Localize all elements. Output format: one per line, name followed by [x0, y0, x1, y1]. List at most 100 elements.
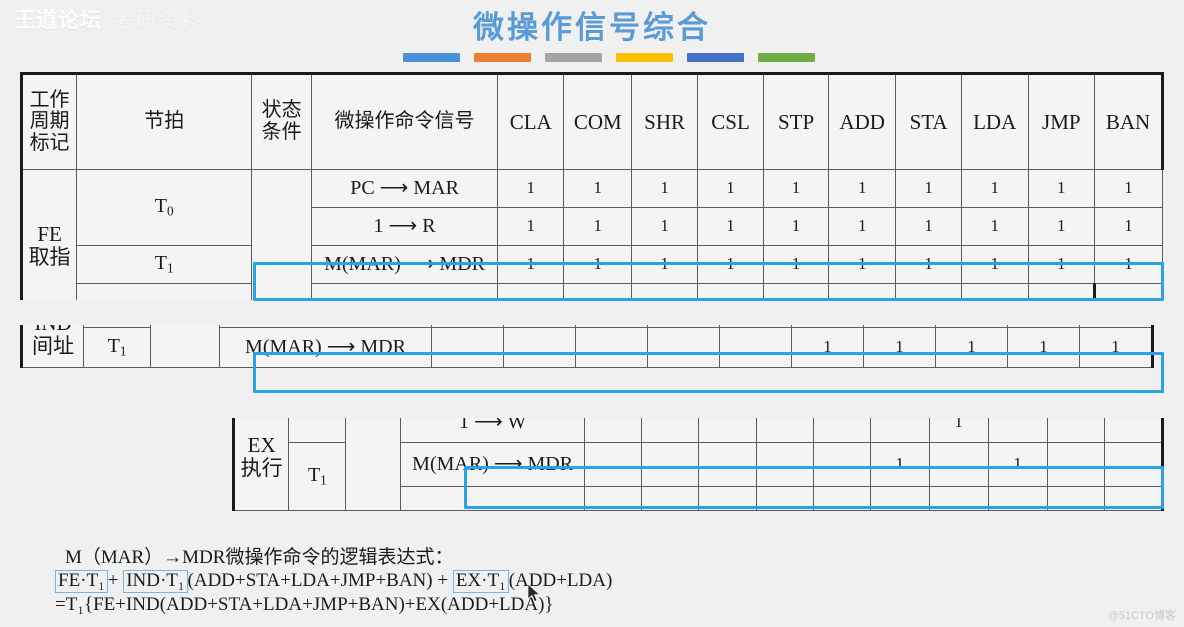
formula-term-3: (ADD+STA+LDA+JMP+BAN) + [187, 570, 453, 592]
formula-term-5: (ADD+LDA) [508, 570, 613, 592]
value-cell-jmp: 1 [1027, 207, 1096, 246]
value-cell-stp: 1 [762, 207, 830, 246]
value-cell-com [641, 442, 700, 487]
value-cell-cla: 1 [497, 169, 565, 208]
table-row: EX 执行 1 ⟶ W 1 [232, 418, 1164, 511]
signal-cell: 1 ⟶ R [311, 207, 499, 246]
value-cell-jmp [960, 283, 1029, 300]
condition-cell-ind [150, 325, 220, 368]
header-op-lda: LDA [960, 72, 1029, 170]
mouse-cursor-icon [528, 584, 541, 602]
value-cell-sta: 1 [928, 418, 989, 443]
cycle-cell-fe: FE 取指 [20, 169, 78, 300]
beat-cell: T1 [76, 245, 253, 284]
value-cell-jmp: 1 [1027, 245, 1096, 284]
formula-line-1: M（MAR）→MDR微操作命令的逻辑表达式： [65, 547, 454, 568]
micro-operation-table: 工作 周期 标记 节拍 状态 条件 微操作命令信号 CLA COM SHR CSL STP ADD STA… [20, 72, 1164, 300]
signal-cell: 1 ⟶ W [400, 418, 586, 443]
header-op-ban: BAN [1094, 72, 1164, 170]
table-row: T1 M(MAR) ⟶ MDR 1 1 1 1 1 1 1 1 1 1 [22, 245, 1163, 284]
value-cell-shr: 1 [631, 207, 699, 246]
value-cell-ban: 1 [1094, 207, 1163, 246]
value-cell-add [869, 418, 930, 443]
header-condition: 状态 条件 [251, 72, 313, 170]
accent-bar-6 [758, 53, 815, 62]
value-cell-shr [563, 283, 633, 300]
value-cell-ban [1103, 442, 1164, 487]
header-op-jmp: JMP [1027, 72, 1096, 170]
value-cell-com [497, 283, 565, 300]
header-signal: 微操作命令信号 [311, 72, 499, 170]
value-cell-stp [812, 486, 871, 511]
accent-bar-5 [687, 53, 744, 62]
value-cell-shr [698, 418, 757, 443]
beat-cell: T0 [76, 169, 253, 246]
value-cell-csl: 1 [697, 207, 764, 246]
value-cell-stp: 1 [762, 245, 830, 284]
value-cell-csl [755, 486, 814, 511]
header-op-stp: STP [762, 72, 830, 170]
value-cell-lda: 1 [935, 327, 1008, 368]
value-cell-shr [698, 486, 757, 511]
value-cell-csl [755, 442, 814, 487]
value-cell-add: 1 [828, 245, 897, 284]
accent-bar-4 [616, 53, 673, 62]
value-cell-ban [1027, 283, 1097, 300]
value-cell-jmp [1046, 442, 1105, 487]
formula-term-boxed-2: IND·T₁ [123, 570, 188, 594]
value-cell-add: 1 [791, 327, 864, 368]
value-cell-stp [812, 442, 871, 487]
value-cell-ban [1103, 418, 1164, 443]
value-cell-com [641, 486, 700, 511]
page-title: 微操作信号综合 [473, 10, 711, 45]
condition-cell-fe [251, 169, 313, 300]
table-band-fe: 工作 周期 标记 节拍 状态 条件 微操作命令信号 CLA COM SHR CSL STP ADD STA… [20, 72, 1164, 300]
value-cell-com [503, 327, 576, 368]
value-cell-add [762, 283, 830, 300]
table-header-row: 工作 周期 标记 节拍 状态 条件 微操作命令信号 CLA COM SHR CSL STP ADD STA… [20, 72, 1164, 170]
cycle-cell-ex: EX 执行 [232, 418, 290, 511]
value-cell-com: 1 [563, 207, 633, 246]
cycle-cell-ind: IND间址 [20, 325, 84, 368]
value-cell-sta: 1 [895, 169, 962, 208]
table-band-ind: IND间址T1M(MAR) ⟶ MDR11111 [20, 325, 1164, 405]
beat-cell [288, 418, 347, 443]
signal-cell: PC ⟶ MAR [311, 169, 499, 208]
value-cell-shr [698, 442, 757, 487]
value-cell-cla [311, 283, 499, 300]
value-cell-cla: 1 [497, 207, 565, 246]
header-op-add: ADD [828, 72, 897, 170]
table-row-clipped [22, 283, 1163, 300]
header-op-cla: CLA [497, 72, 565, 170]
value-cell-add: 1 [828, 207, 897, 246]
micro-operation-table-ex: EX 执行 1 ⟶ W 1 T1 M(MAR) ⟶ MDR 1 1 [232, 418, 1164, 511]
value-cell-ban [1103, 486, 1164, 511]
header-op-sta: STA [895, 72, 962, 170]
formula-block: M（MAR）→MDR微操作命令的逻辑表达式： FE·T₁ + IND·T₁ (ADD… [55, 546, 612, 616]
signal-cell: M(MAR) ⟶ MDR [311, 245, 499, 284]
value-cell-ban: 1 [1094, 245, 1163, 284]
value-cell-cla [431, 327, 504, 368]
value-cell-sta: 1 [863, 327, 936, 368]
formula-term-1: + [107, 570, 124, 592]
value-cell-jmp: 1 [1027, 169, 1096, 208]
value-cell-stp [719, 327, 792, 368]
value-cell-csl [755, 418, 814, 443]
value-cell-shr: 1 [631, 245, 699, 284]
value-cell-jmp [1046, 418, 1105, 443]
micro-operation-table-ind: IND间址T1M(MAR) ⟶ MDR11111 [20, 325, 1154, 368]
value-cell-lda: 1 [987, 442, 1048, 487]
value-cell-jmp [1046, 486, 1105, 511]
value-cell-lda [987, 418, 1048, 443]
value-cell-sta [828, 283, 897, 300]
value-cell-lda: 1 [960, 245, 1029, 284]
signal-cell [76, 283, 253, 300]
value-cell-cla [584, 442, 643, 487]
value-cell-lda: 1 [960, 169, 1029, 208]
value-cell-ban: 1 [1079, 327, 1154, 368]
value-cell-shr: 1 [631, 169, 699, 208]
value-cell-csl: 1 [697, 169, 764, 208]
accent-bar-2 [474, 53, 531, 62]
value-cell-stp [812, 418, 871, 443]
value-cell-sta [928, 442, 989, 487]
